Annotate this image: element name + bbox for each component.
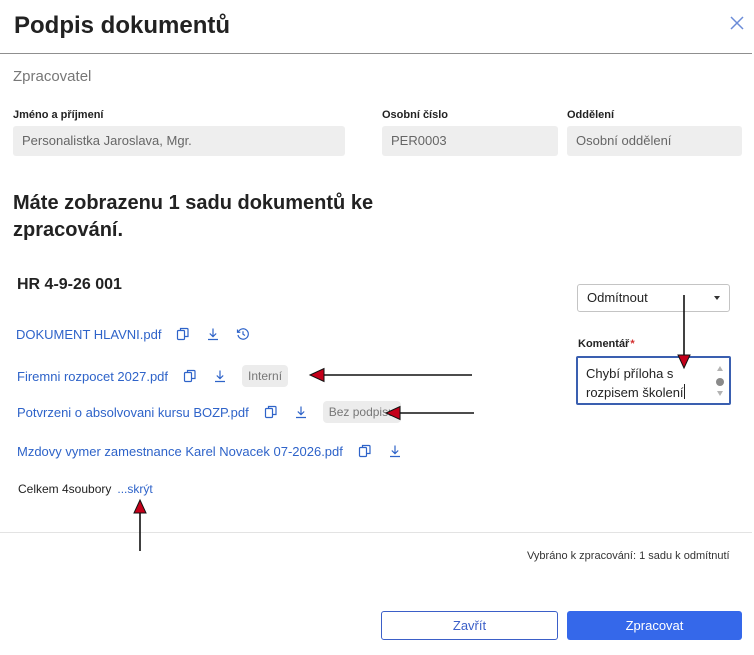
preview-icon[interactable] <box>263 404 279 420</box>
annotation-arrow-hide-link <box>133 498 147 551</box>
personal-number-field: PER0003 <box>382 126 558 156</box>
document-link[interactable]: Mzdovy vymer zamestnance Karel Novacek 0… <box>17 444 343 459</box>
decision-select[interactable]: Odmítnout <box>577 284 730 312</box>
section-title-processor: Zpracovatel <box>13 68 92 85</box>
department-field: Osobní oddělení <box>567 126 742 156</box>
preview-icon[interactable] <box>182 368 198 384</box>
documents-headline: Máte zobrazenu 1 sadu dokumentů ke zprac… <box>13 192 374 241</box>
name-label: Jméno a příjmení <box>13 109 104 121</box>
dialog-title: Podpis dokumentů <box>14 12 230 39</box>
annotation-arrow-internal <box>308 367 472 383</box>
textarea-scrollbar[interactable] <box>714 362 726 400</box>
department-label: Oddělení <box>567 109 615 121</box>
personal-number-label: Osobní číslo <box>382 109 449 121</box>
process-button[interactable]: Zpracovat <box>567 611 742 640</box>
name-field: Personalistka Jaroslava, Mgr. <box>13 126 345 156</box>
preview-icon[interactable] <box>357 443 373 459</box>
selection-summary: Vybráno k zpracování: 1 sadu k odmítnutí <box>527 550 730 562</box>
no-signature-badge: Bez podpisu <box>322 401 401 423</box>
decision-select-value: Odmítnout <box>587 290 648 305</box>
close-icon[interactable] <box>724 10 750 36</box>
preview-icon[interactable] <box>175 326 191 342</box>
hide-files-link[interactable]: ...skrýt <box>117 482 152 496</box>
comment-label: Komentář* <box>578 338 635 350</box>
download-icon[interactable] <box>212 368 228 384</box>
download-icon[interactable] <box>205 326 221 342</box>
document-row: Mzdovy vymer zamestnance Karel Novacek 0… <box>17 440 403 462</box>
download-icon[interactable] <box>387 443 403 459</box>
document-row: DOKUMENT HLAVNI.pdf <box>16 323 251 345</box>
caret-down-icon <box>714 296 720 300</box>
required-mark: * <box>630 338 635 350</box>
document-row: Potvrzeni o absolvovani kursu BOZP.pdf B… <box>17 401 401 423</box>
batch-title: HR 4-9-26 001 <box>17 276 122 293</box>
files-total: Celkem 4soubory ...skrýt <box>18 482 153 496</box>
comment-label-text: Komentář <box>578 338 630 350</box>
footer-divider <box>0 532 752 533</box>
document-link[interactable]: Firemni rozpocet 2027.pdf <box>17 369 168 384</box>
text-cursor <box>683 384 685 399</box>
internal-badge: Interní <box>242 365 289 387</box>
close-button[interactable] <box>724 10 750 36</box>
document-link[interactable]: DOKUMENT HLAVNI.pdf <box>16 327 161 342</box>
header-divider <box>0 53 752 54</box>
download-icon[interactable] <box>293 404 309 420</box>
close-dialog-button[interactable]: Zavřít <box>381 611 558 640</box>
document-link[interactable]: Potvrzeni o absolvovani kursu BOZP.pdf <box>17 405 249 420</box>
document-row: Firemni rozpocet 2027.pdf Interní <box>17 365 289 387</box>
history-icon[interactable] <box>235 326 251 342</box>
comment-textarea[interactable]: Chybí příloha s rozpisem školení <box>576 356 731 405</box>
comment-text: Chybí příloha s rozpisem školení <box>586 366 684 400</box>
files-total-label: Celkem 4soubory <box>18 482 112 496</box>
